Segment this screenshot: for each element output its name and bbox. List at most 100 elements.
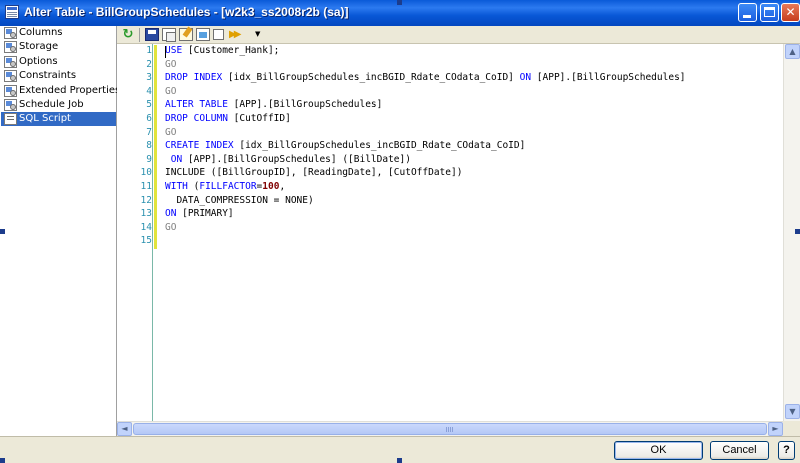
line-number: 6: [146, 113, 152, 124]
code-line[interactable]: DATA_COMPRESSION = NONE): [165, 194, 314, 208]
help-button[interactable]: ?: [778, 441, 795, 460]
line-number: 11: [140, 181, 152, 192]
code-line[interactable]: GO: [165, 126, 176, 140]
line-number: 8: [146, 140, 152, 152]
sidebar-item-label: Constraints: [19, 70, 77, 82]
refresh-icon[interactable]: ↻: [121, 28, 135, 41]
code-token: DATA_COMPRESSION = NONE): [165, 194, 314, 206]
scroll-right-button[interactable]: ►: [768, 422, 783, 436]
script-toolbar: ↻ ▶▶ ▼: [117, 26, 800, 44]
sidebar-item-constraints[interactable]: Constraints: [1, 69, 116, 83]
code-token: ON: [519, 72, 532, 84]
code-token: GO: [165, 58, 177, 70]
code-token: [Customer_Hank];: [182, 45, 280, 56]
maximize-button[interactable]: [760, 3, 779, 22]
code-token: DROP COLUMN: [165, 113, 228, 124]
code-token: CREATE INDEX: [165, 140, 234, 152]
line-number: 14: [140, 221, 152, 233]
code-line[interactable]: CREATE INDEX [idx_BillGroupSchedules_inc…: [165, 139, 525, 153]
resize-handle-bottom[interactable]: [397, 458, 402, 463]
properties-page-icon: [4, 27, 17, 39]
code-token: INCLUDE ([BillGroupID], [ReadingDate], […: [165, 167, 463, 179]
code-line[interactable]: INCLUDE ([BillGroupID], [ReadingDate], […: [165, 166, 462, 180]
sidebar-item-schedule-job[interactable]: Schedule Job: [1, 98, 116, 112]
copy-icon[interactable]: [162, 28, 176, 42]
sidebar-item-storage[interactable]: Storage: [1, 40, 116, 54]
resize-handle-right[interactable]: [795, 229, 800, 234]
save-icon[interactable]: [145, 28, 159, 41]
code-line[interactable]: WITH (FILLFACTOR=100,: [165, 180, 285, 194]
parse-icon[interactable]: [196, 28, 210, 41]
code-token: ,: [279, 181, 286, 192]
resize-handle-bottom-left[interactable]: [0, 458, 5, 463]
code-token: [APP].[BillGroupSchedules]: [531, 72, 686, 84]
sidebar-item-columns[interactable]: Columns: [1, 26, 116, 40]
code-line[interactable]: GO: [165, 58, 176, 72]
line-number: 10: [140, 167, 152, 179]
maximize-icon: [764, 7, 775, 17]
scrollbar-corner: [783, 421, 800, 436]
line-number: 3: [146, 72, 152, 84]
table-icon: [5, 5, 19, 19]
line-number: 7: [146, 126, 152, 138]
minimize-button[interactable]: [738, 3, 757, 22]
code-token: [idx_BillGroupSchedules_incBGID_Rdate_CO…: [233, 140, 526, 152]
code-token: ON: [165, 208, 177, 220]
sidebar-item-options[interactable]: Options: [1, 55, 116, 69]
code-line[interactable]: GO: [165, 221, 176, 235]
scroll-up-button[interactable]: ▲: [785, 44, 800, 59]
code-token: USE: [165, 45, 183, 56]
line-number: 1: [146, 45, 152, 56]
code-line[interactable]: ON [PRIMARY]: [165, 207, 234, 221]
code-token: 100: [262, 181, 280, 192]
cancel-button[interactable]: Cancel: [710, 441, 769, 460]
change-tracking-bar: [154, 45, 157, 249]
code-token: GO: [165, 85, 177, 97]
sql-script-editor[interactable]: 1 2 3 4 5 6 7 8 9 10 11 12 13 14 15 USE [Customer_Hank…: [117, 44, 800, 421]
code-token: FILLFACTOR: [199, 181, 257, 192]
code-line[interactable]: USE [Customer_Hank];: [165, 44, 279, 58]
ok-button[interactable]: OK: [614, 441, 703, 460]
properties-page-icon: [4, 41, 17, 54]
page-list: Columns Storage Options Constraints Extended…: [0, 26, 120, 436]
resize-handle-left[interactable]: [0, 229, 5, 234]
minimize-icon: [743, 15, 751, 18]
alter-table-dialog: Alter Table - BillGroupSchedules - [w2k3…: [0, 0, 800, 463]
window-title: Alter Table - BillGroupSchedules - [w2k3…: [24, 5, 349, 19]
sidebar-item-extended-properties[interactable]: Extended Properties: [1, 84, 120, 98]
sidebar-item-label: SQL Script: [19, 113, 71, 125]
edit-script-icon[interactable]: [179, 28, 193, 41]
properties-page-icon: [4, 84, 17, 97]
horizontal-scrollbar[interactable]: ◄ ►: [117, 421, 783, 436]
code-line[interactable]: DROP COLUMN [CutOffID]: [165, 112, 291, 126]
dropdown-arrow-icon[interactable]: ▼: [255, 28, 262, 41]
code-line[interactable]: ON [APP].[BillGroupSchedules] ([BillDate…: [165, 153, 411, 167]
line-number: 2: [146, 58, 152, 70]
line-number: 12: [140, 194, 152, 206]
sidebar-item-label: Extended Properties: [19, 84, 121, 96]
code-token: (: [187, 181, 200, 192]
resize-handle-top[interactable]: [397, 0, 402, 5]
line-number: 5: [146, 99, 152, 111]
close-button[interactable]: ✕: [781, 3, 800, 22]
code-line[interactable]: DROP INDEX [idx_BillGroupSchedules_incBG…: [165, 71, 686, 85]
close-icon: ✕: [785, 5, 796, 19]
code-token: ALTER TABLE: [165, 99, 228, 111]
code-line[interactable]: GO: [165, 85, 176, 99]
code-token: DROP INDEX: [165, 72, 223, 84]
code-line[interactable]: ALTER TABLE [APP].[BillGroupSchedules]: [165, 98, 382, 112]
horizontal-scroll-thumb[interactable]: [133, 423, 767, 435]
script-icon: [4, 113, 17, 126]
run-icon[interactable]: ▶▶: [229, 28, 247, 41]
sidebar-item-label: Storage: [19, 41, 59, 53]
code-token: GO: [165, 221, 177, 233]
scroll-down-button[interactable]: ▼: [785, 404, 800, 419]
sidebar-item-label: Schedule Job: [19, 99, 84, 110]
line-number: 9: [146, 153, 152, 165]
code-token: [PRIMARY]: [176, 208, 234, 220]
sidebar-item-label: Columns: [19, 27, 63, 38]
scroll-left-button[interactable]: ◄: [117, 422, 132, 436]
properties-page-icon: [4, 99, 17, 111]
sidebar-item-sql-script[interactable]: SQL Script: [1, 112, 116, 127]
checkbox-icon[interactable]: [213, 29, 224, 40]
